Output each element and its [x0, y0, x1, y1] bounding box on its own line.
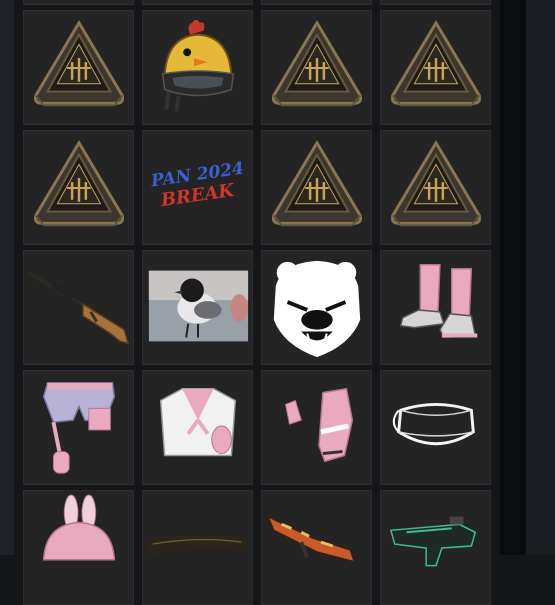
crate-icon [33, 139, 125, 227]
chicken-helmet-icon [161, 19, 235, 112]
inventory-item-camo-rifle[interactable] [261, 490, 372, 605]
inventory-item-crate[interactable] [380, 10, 491, 125]
pink-gloves-icon [285, 387, 354, 463]
crate-icon [390, 19, 482, 107]
inventory-grid: PAN 2024 BREAK [23, 0, 491, 605]
inventory-item-mask[interactable] [380, 370, 491, 485]
sailor-top-icon [159, 387, 237, 457]
crate-icon [381, 0, 490, 4]
inventory-item-photo[interactable] [142, 250, 253, 365]
crate-icon [24, 0, 133, 4]
inventory-item-crate[interactable] [23, 130, 134, 245]
left-panel-edge [0, 0, 14, 555]
inventory-item-crate[interactable] [380, 130, 491, 245]
inventory-item-crate[interactable] [261, 130, 372, 245]
pink-shorts-icon [42, 382, 116, 474]
inventory-item-gloves[interactable] [261, 370, 372, 485]
inventory-item-helmet[interactable] [142, 10, 253, 125]
inventory-item-crate[interactable] [261, 0, 372, 5]
inventory-item-top[interactable] [142, 370, 253, 485]
bunny-helmet-icon [42, 494, 116, 561]
inventory-item-boots[interactable] [380, 250, 491, 365]
inventory-item-crate[interactable] [142, 0, 253, 5]
pink-boots-icon [399, 264, 478, 339]
crate-icon [262, 0, 371, 4]
smg-icon [389, 516, 477, 567]
inventory-item-crate[interactable] [23, 0, 134, 5]
dark-item-icon [146, 534, 248, 556]
inventory-item-bunny-helmet[interactable] [23, 490, 134, 605]
camo-rifle-icon [266, 515, 356, 563]
inventory-item-shorts[interactable] [23, 370, 134, 485]
inventory-item-crate[interactable] [380, 0, 491, 5]
inventory-item-crate[interactable] [261, 10, 372, 125]
inventory-item-rifle[interactable] [23, 250, 134, 365]
crate-icon [390, 139, 482, 227]
bear-emblem-icon [273, 260, 361, 358]
inventory-item-emblem[interactable] [261, 250, 372, 365]
crate-icon [143, 0, 252, 4]
crate-icon [271, 19, 363, 107]
inventory-item-crate[interactable] [23, 10, 134, 125]
crate-icon [271, 139, 363, 227]
bird-photo-icon [148, 270, 249, 342]
scrollbar-track[interactable] [526, 0, 555, 555]
face-mask-icon [392, 403, 475, 446]
inventory-item-dark[interactable] [142, 490, 253, 605]
inventory-item-spray[interactable]: PAN 2024 BREAK [142, 130, 253, 245]
sniper-rifle-icon [26, 270, 130, 345]
crate-icon [33, 19, 125, 107]
inventory-item-smg[interactable] [380, 490, 491, 605]
